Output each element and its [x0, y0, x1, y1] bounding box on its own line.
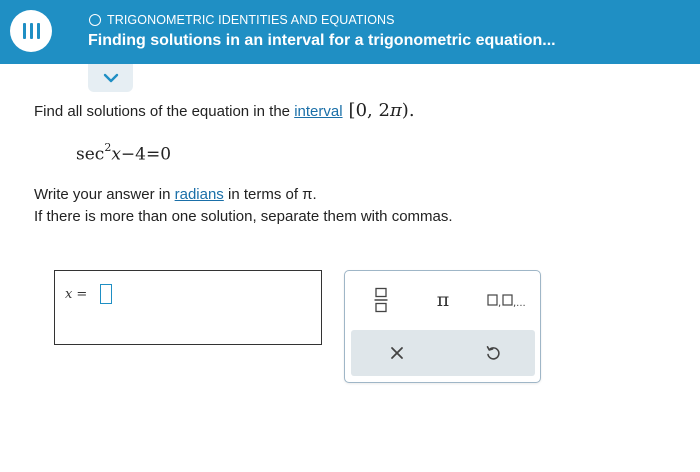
svg-text:,...: ,...	[513, 298, 526, 308]
interval-end: 2	[378, 100, 390, 121]
interval-open: [	[348, 100, 356, 121]
answer-label: x =	[65, 287, 87, 302]
header-bar: TRIGONOMETRIC IDENTITIES AND EQUATIONS F…	[0, 0, 700, 64]
page-title: Finding solutions in an interval for a t…	[88, 32, 556, 49]
list-icon: , ,...	[487, 294, 526, 308]
pi-button[interactable]: π	[427, 285, 459, 315]
answer-area: x =	[54, 270, 322, 345]
list-button[interactable]: , ,...	[485, 285, 535, 315]
fraction-icon	[374, 287, 388, 313]
interval-close: ).	[401, 100, 415, 121]
undo-button[interactable]	[477, 338, 509, 368]
topic-row: TRIGONOMETRIC IDENTITIES AND EQUATIONS	[89, 12, 395, 28]
math-keypad: π , ,...	[344, 270, 541, 383]
topic-circle-icon	[89, 14, 101, 26]
undo-icon	[486, 345, 500, 360]
keypad-action-bar	[351, 330, 535, 376]
instruction-text: Find all solutions of the equation in th…	[34, 103, 291, 120]
equation-rest: −4=0	[120, 144, 172, 165]
answer-input[interactable]	[100, 284, 112, 304]
equation-var: x	[111, 144, 121, 165]
radians-link[interactable]: radians	[175, 186, 224, 203]
menu-icon	[22, 23, 40, 39]
svg-text:,: ,	[498, 298, 501, 308]
clear-button[interactable]	[381, 338, 413, 368]
menu-button[interactable]	[10, 10, 52, 52]
interval-pi: π	[389, 100, 402, 121]
close-icon	[391, 347, 403, 359]
interval-link[interactable]: interval	[294, 103, 342, 120]
interval-start: 0,	[355, 100, 373, 121]
equation-power: 2	[104, 141, 112, 154]
topic-label: TRIGONOMETRIC IDENTITIES AND EQUATIONS	[107, 13, 395, 27]
line1-after: in terms of π.	[227, 186, 317, 203]
fraction-button[interactable]	[365, 285, 397, 315]
line1-before: Write your answer in	[34, 186, 171, 203]
commas-instruction: If there is more than one solution, sepa…	[34, 208, 453, 225]
collapse-toggle-button[interactable]	[88, 64, 133, 92]
chevron-down-icon	[103, 73, 118, 83]
radians-instruction: Write your answer in radians in terms of…	[34, 186, 317, 203]
equation-func: sec	[76, 144, 105, 165]
interval-math: [0, 2π).	[349, 100, 415, 121]
answer-var: x	[65, 287, 73, 302]
problem-instruction: Find all solutions of the equation in th…	[34, 100, 415, 121]
answer-equals: =	[76, 287, 88, 302]
equation: sec2x−4=0	[76, 141, 172, 165]
